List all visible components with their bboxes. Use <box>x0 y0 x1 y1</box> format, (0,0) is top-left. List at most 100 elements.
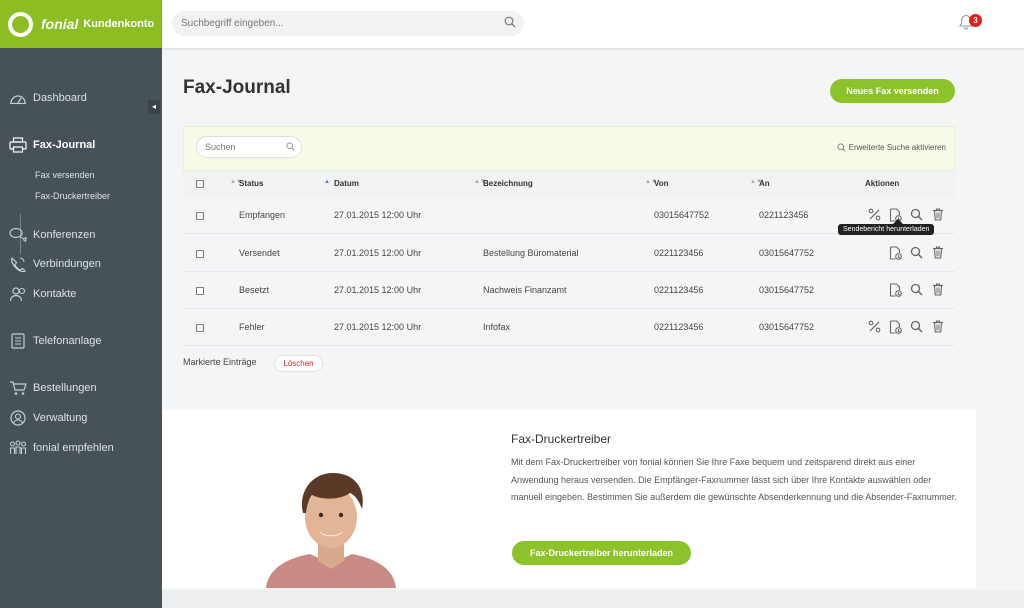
cell-an: 03015647752 <box>759 248 815 258</box>
cell-datum: 27.01.2015 12:00 Uhr <box>334 210 422 220</box>
magnifier-icon[interactable] <box>910 320 923 333</box>
row-checkbox[interactable] <box>196 212 204 220</box>
promo-text: Mit dem Fax-Druckertreiber von fonial kö… <box>511 457 957 502</box>
download-driver-button[interactable]: Fax-Druckertreiber herunterladen <box>512 541 691 565</box>
tooltip: Sendebericht herunterladen <box>838 224 935 235</box>
magnifier-icon[interactable] <box>910 208 923 221</box>
user-icon <box>8 410 28 426</box>
cell-von: 0221123456 <box>654 285 704 295</box>
sidebar-item-label: Bestellungen <box>33 382 97 394</box>
cell-von: 0221123456 <box>654 322 704 332</box>
column-header-bezeichnung[interactable]: Bezeichnung <box>483 179 533 188</box>
table-row[interactable]: Fehler 27.01.2015 12:00 Uhr Infofax 0221… <box>183 309 955 346</box>
search-icon <box>837 143 846 152</box>
cell-status: Besetzt <box>239 285 270 295</box>
sidebar-item-kontakte[interactable]: Kontakte <box>8 284 76 304</box>
column-header-status[interactable]: Status <box>239 179 263 188</box>
route-icon[interactable] <box>868 208 881 221</box>
search-icon[interactable] <box>286 142 295 151</box>
new-fax-button[interactable]: Neues Fax versenden <box>830 79 955 103</box>
sidebar-item-label: Telefonanlage <box>33 335 102 347</box>
magnifier-icon[interactable] <box>910 283 923 296</box>
row-checkbox[interactable] <box>196 324 204 332</box>
sidebar-item-label: Konferenzen <box>33 229 96 241</box>
column-header-datum[interactable]: Datum <box>334 179 359 188</box>
global-search-input[interactable] <box>172 11 524 36</box>
contacts-icon <box>8 286 28 302</box>
magnifier-icon[interactable] <box>910 246 923 259</box>
cell-an: 0221123456 <box>759 210 809 220</box>
row-checkbox[interactable] <box>196 287 204 295</box>
cell-bezeichnung: Bestellung Büromaterial <box>483 248 579 258</box>
sidebar: ◂ Dashboard Fax-Journal Fax versenden Fa… <box>0 48 162 608</box>
printer-icon <box>8 137 28 153</box>
row-checkbox[interactable] <box>196 250 204 258</box>
sidebar-item-label: Verwaltung <box>33 412 88 424</box>
advanced-search-label: Erweiterte Suche aktivieren <box>848 143 946 152</box>
cell-an: 03015647752 <box>759 285 815 295</box>
sidebar-subitem-fax-versenden[interactable]: Fax versenden <box>35 170 95 180</box>
cell-bezeichnung: Infofax <box>483 322 511 332</box>
sidebar-item-label: Kontakte <box>33 288 77 300</box>
promo-title: Fax-Druckertreiber <box>511 432 612 446</box>
column-header-an[interactable]: An <box>759 179 770 188</box>
trash-icon[interactable] <box>932 320 944 333</box>
sidebar-item-bestellungen[interactable]: Bestellungen <box>8 378 97 398</box>
select-all-checkbox[interactable] <box>196 180 204 188</box>
trash-icon[interactable] <box>932 283 944 296</box>
trash-icon[interactable] <box>932 246 944 259</box>
table-header: ▲▼ Status ▲ Datum ▲▼ Bezeichnung ▲▼ Von … <box>183 171 955 197</box>
sidebar-item-fonial-empfehlen[interactable]: fonial empfehlen <box>8 438 114 458</box>
page-title: Fax-Journal <box>183 77 291 98</box>
sidebar-item-label: Fax-Journal <box>33 139 96 151</box>
table-row[interactable]: Versendet 27.01.2015 12:00 Uhr Bestellun… <box>183 235 955 272</box>
cell-bezeichnung: Nachweis Finanzamt <box>483 285 567 295</box>
column-header-von[interactable]: Von <box>654 179 669 188</box>
cell-status: Versendet <box>239 248 280 258</box>
brand-name: fonial <box>41 16 79 32</box>
sidebar-item-telefonanlage[interactable]: Telefonanlage <box>8 331 102 351</box>
cart-icon <box>8 380 28 396</box>
cell-datum: 27.01.2015 12:00 Uhr <box>334 248 422 258</box>
sidebar-item-verwaltung[interactable]: Verwaltung <box>8 408 87 428</box>
marked-entries-label: Markierte Einträge <box>183 357 257 367</box>
chat-icon <box>8 227 28 243</box>
footer-strip <box>162 590 1024 608</box>
sidebar-item-label: Verbindungen <box>33 258 101 270</box>
dashboard-icon <box>8 91 28 105</box>
cell-status: Empfangen <box>239 210 286 220</box>
sort-asc-icon[interactable]: ▲ <box>324 179 330 185</box>
sidebar-item-konferenzen[interactable]: Konferenzen <box>8 225 95 245</box>
cell-datum: 27.01.2015 12:00 Uhr <box>334 322 422 332</box>
sidebar-subitem-fax-druckertreiber[interactable]: Fax-Druckertreiber <box>35 191 110 201</box>
notification-badge: 3 <box>969 14 982 27</box>
top-bar: 3 <box>162 0 1024 48</box>
sidebar-item-fax-journal[interactable]: Fax-Journal <box>8 135 95 155</box>
person-photo <box>266 465 396 588</box>
sidebar-item-label: fonial empfehlen <box>33 442 114 454</box>
cell-von: 0221123456 <box>654 248 704 258</box>
route-icon[interactable] <box>868 320 881 333</box>
fonial-logo-icon <box>8 11 33 37</box>
brand-product: Kundenkonto <box>83 18 155 30</box>
delete-button[interactable]: Löschen <box>274 355 323 372</box>
cell-datum: 27.01.2015 12:00 Uhr <box>334 285 422 295</box>
sidebar-item-label: Dashboard <box>33 92 87 104</box>
collapse-sidebar-icon[interactable]: ◂ <box>148 100 160 114</box>
cell-status: Fehler <box>239 322 265 332</box>
cell-an: 03015647752 <box>759 322 815 332</box>
pbx-icon <box>8 333 28 349</box>
trash-icon[interactable] <box>932 208 944 221</box>
download-report-icon[interactable] <box>889 246 902 260</box>
download-report-icon[interactable] <box>889 283 902 297</box>
download-report-icon[interactable] <box>889 320 902 334</box>
recommend-icon <box>8 440 28 456</box>
table-row[interactable]: Besetzt 27.01.2015 12:00 Uhr Nachweis Fi… <box>183 272 955 309</box>
advanced-search-link[interactable]: Erweiterte Suche aktivieren <box>837 143 946 152</box>
search-icon[interactable] <box>504 16 516 28</box>
brand-logo[interactable]: fonial Kundenkonto <box>0 0 162 48</box>
sidebar-item-dashboard[interactable]: Dashboard <box>8 88 87 108</box>
column-header-aktionen: Aktionen <box>865 179 900 188</box>
sidebar-item-verbindungen[interactable]: Verbindungen <box>8 254 101 274</box>
phone-icon <box>8 256 28 272</box>
